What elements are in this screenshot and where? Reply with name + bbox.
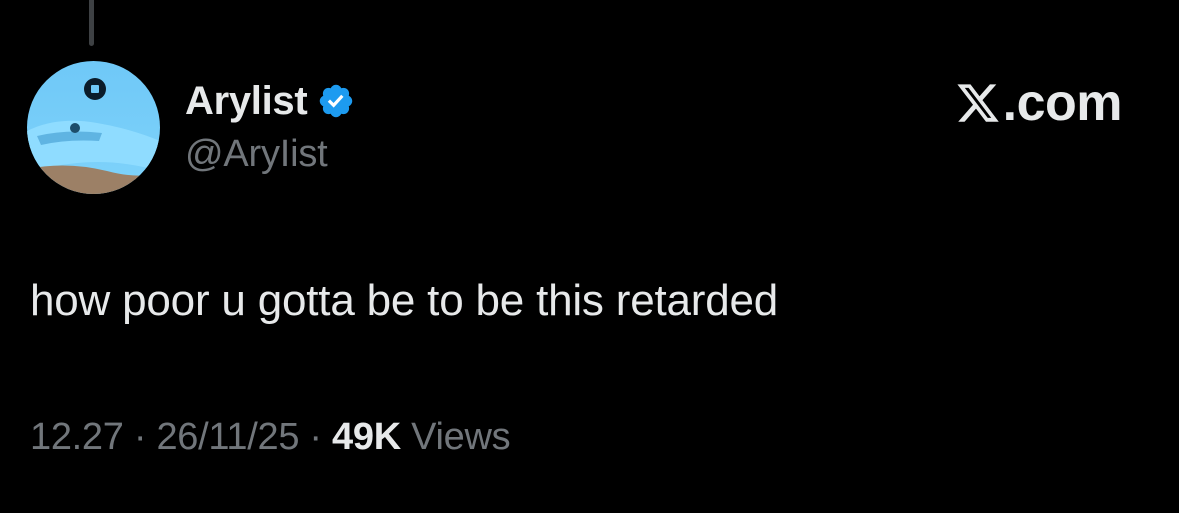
meta-separator: · [299, 416, 333, 458]
views-label: Views [411, 416, 511, 458]
author-display-name[interactable]: Arylist [185, 79, 308, 124]
brand-domain-text: .com [1002, 74, 1123, 132]
brand-watermark: .com [955, 74, 1123, 132]
views-count: 49K [332, 416, 401, 458]
post-time[interactable]: 12.27 [30, 416, 124, 458]
x-logo-icon [955, 80, 1001, 126]
verified-badge-icon[interactable] [317, 82, 355, 120]
author-name-row: Arylist [185, 75, 355, 127]
meta-separator: · [123, 416, 157, 458]
avatar-image [27, 61, 160, 194]
post-meta: 12.27 · 26/11/25 · 49K Views [30, 416, 511, 459]
thread-connector-line [89, 0, 94, 46]
avatar[interactable] [27, 61, 160, 194]
post-date[interactable]: 26/11/25 [156, 416, 299, 458]
post-text: how poor u gotta be to be this retarded [30, 276, 779, 325]
author-handle[interactable]: @AryIist [185, 133, 328, 176]
